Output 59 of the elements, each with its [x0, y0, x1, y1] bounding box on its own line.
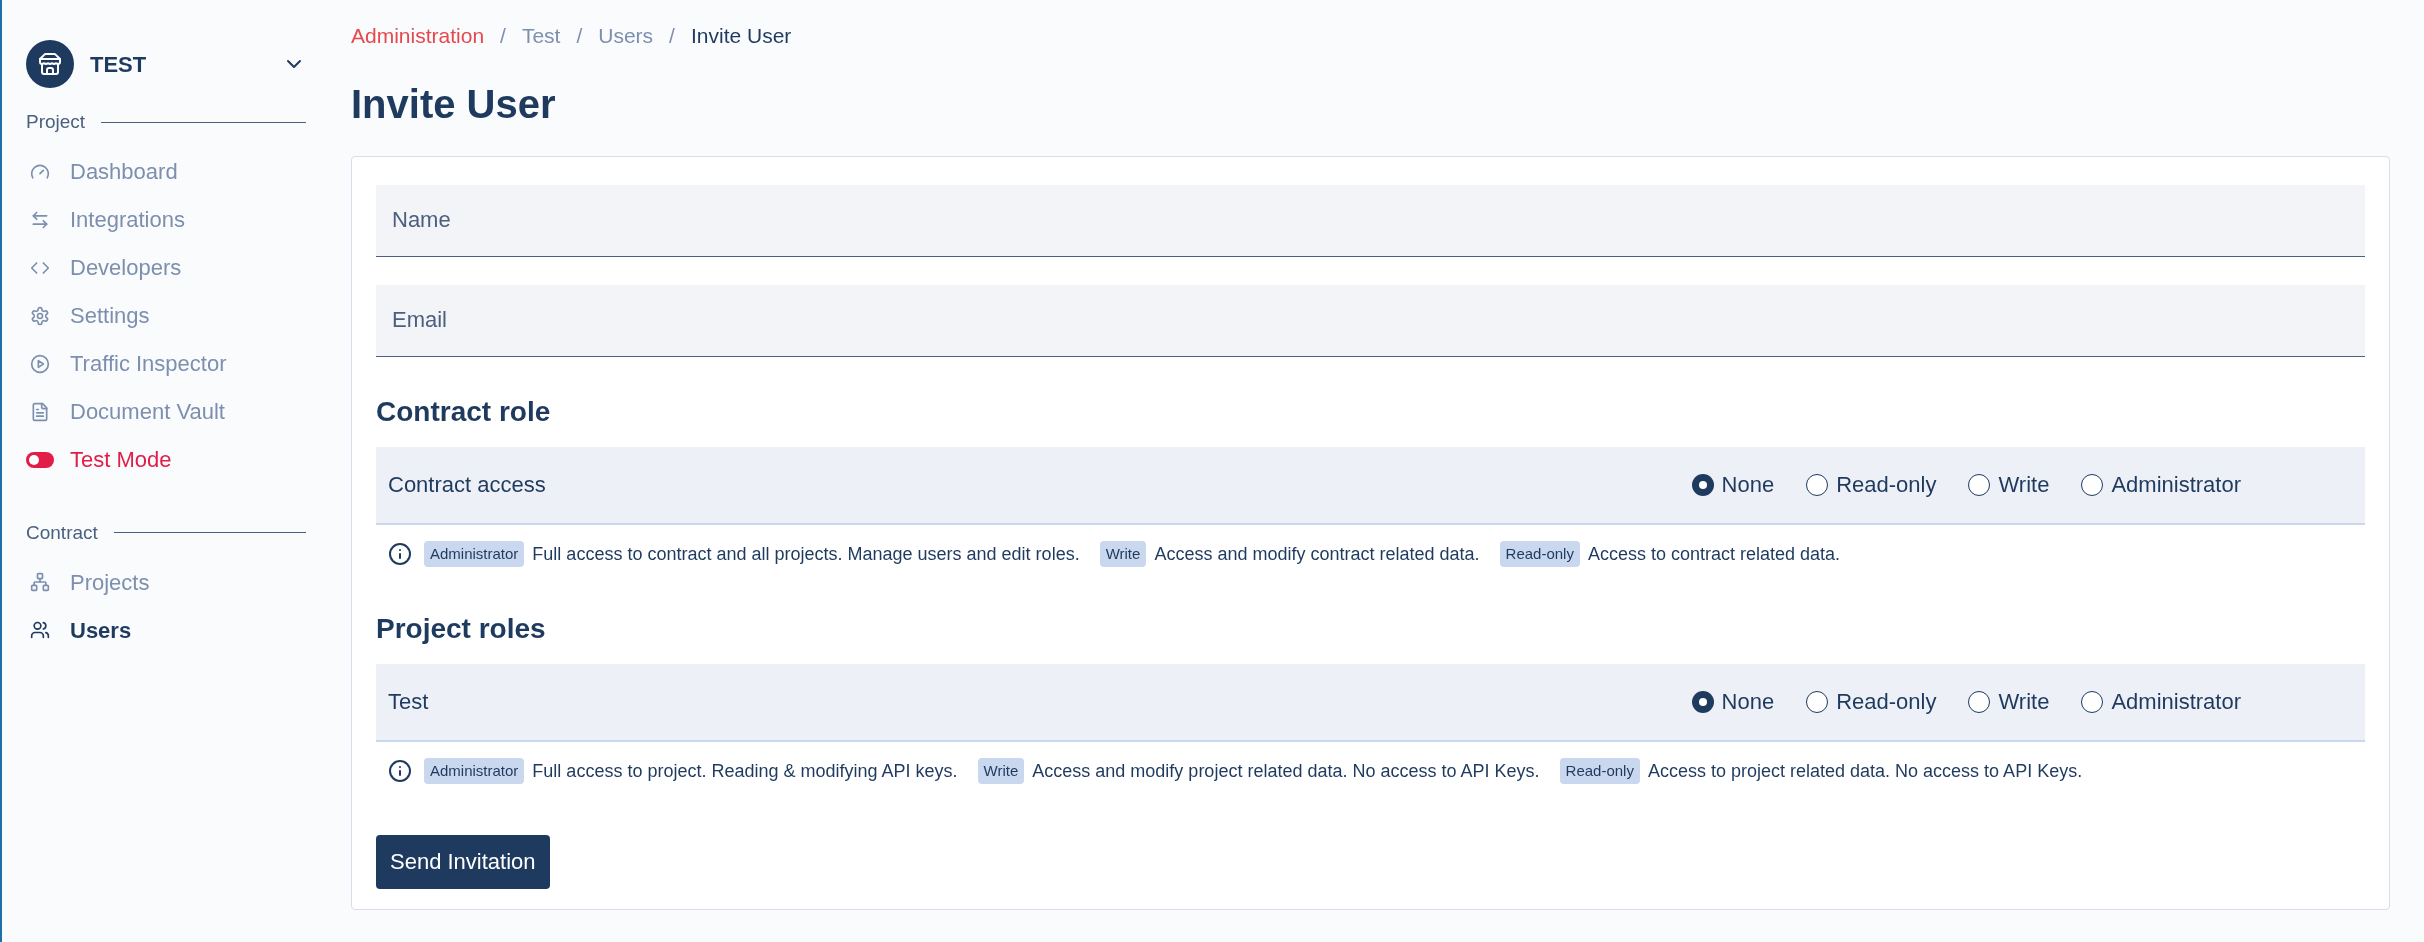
radio-option[interactable]: Read-only — [1806, 468, 1937, 501]
radio-option[interactable]: Write — [1968, 685, 2050, 718]
radio-option[interactable]: None — [1691, 685, 1775, 718]
breadcrumb-separator: / — [576, 23, 583, 49]
radio-option[interactable]: Administrator — [2081, 468, 2241, 501]
radio-option[interactable]: None — [1691, 468, 1775, 501]
role-tag: Administrator — [424, 757, 525, 785]
role-tag: Write — [977, 757, 1025, 785]
role-tag: Read-only — [1499, 540, 1580, 568]
toggle-icon — [26, 449, 54, 470]
nav-item[interactable]: Integrations — [26, 200, 306, 239]
role-description: Access to contract related data. — [1587, 542, 1841, 566]
radio-option[interactable]: Write — [1968, 468, 2050, 501]
nav-item[interactable]: Settings — [26, 296, 306, 335]
text-field[interactable]: Name — [376, 184, 2365, 257]
nav-item[interactable]: Developers — [26, 248, 306, 287]
section-heading: Contract role — [376, 394, 552, 429]
role-description: Access to project related data. No access to API Keys. — [1647, 759, 2083, 783]
breadcrumb-separator: / — [500, 23, 506, 49]
radio-button[interactable] — [1806, 473, 1829, 496]
role-label: Test — [388, 688, 429, 716]
workspace-name: TEST — [90, 50, 147, 79]
nav-item[interactable]: Users — [26, 611, 306, 649]
radio-button[interactable] — [2081, 690, 2104, 713]
radio-button[interactable] — [1806, 690, 1829, 713]
role-tag: Administrator — [424, 540, 525, 568]
store-icon — [38, 52, 62, 76]
nav-item[interactable]: Traffic Inspector — [26, 344, 306, 383]
radio-button[interactable] — [1691, 473, 1714, 496]
breadcrumb-link[interactable]: Test — [521, 20, 561, 52]
info-icon — [388, 759, 412, 783]
text-field[interactable]: Email — [376, 284, 2365, 357]
section-title: Contract — [26, 520, 98, 545]
role-tag: Read-only — [1559, 757, 1640, 785]
breadcrumb-separator: / — [669, 23, 675, 49]
role-label: Contract access — [388, 471, 546, 499]
nav-item[interactable]: Test Mode — [26, 440, 306, 479]
breadcrumb-link[interactable]: Users — [598, 20, 654, 52]
radio-button[interactable] — [1968, 473, 1991, 496]
radio-option[interactable]: Administrator — [2081, 685, 2241, 718]
radio-button[interactable] — [1691, 690, 1714, 713]
page-title: Invite User — [351, 80, 557, 128]
breadcrumb-link[interactable]: Administration — [351, 20, 485, 52]
radio-button[interactable] — [2081, 473, 2104, 496]
role-description: Access and modify project related data. No access to API Keys. — [1032, 759, 1540, 783]
radio-option[interactable]: Read-only — [1806, 685, 1937, 718]
nav-item[interactable]: Dashboard — [26, 152, 306, 191]
role-description: Full access to contract and all projects. Manage users and edit roles. — [532, 542, 1080, 566]
nav-item[interactable]: Document Vault — [26, 392, 306, 431]
section-heading: Project roles — [376, 611, 547, 646]
section-title: Project — [26, 110, 86, 134]
role-tag: Write — [1099, 540, 1147, 568]
current-page-label: Invite User — [690, 23, 792, 49]
role-description: Full access to project. Reading & modifying API keys. — [532, 759, 958, 783]
nav-item[interactable]: Projects — [26, 563, 306, 601]
role-description: Access and modify contract related data. — [1154, 542, 1480, 566]
send-invitation-button[interactable]: Send Invitation — [376, 834, 550, 889]
radio-button[interactable] — [1968, 690, 1991, 713]
info-icon — [388, 542, 412, 566]
